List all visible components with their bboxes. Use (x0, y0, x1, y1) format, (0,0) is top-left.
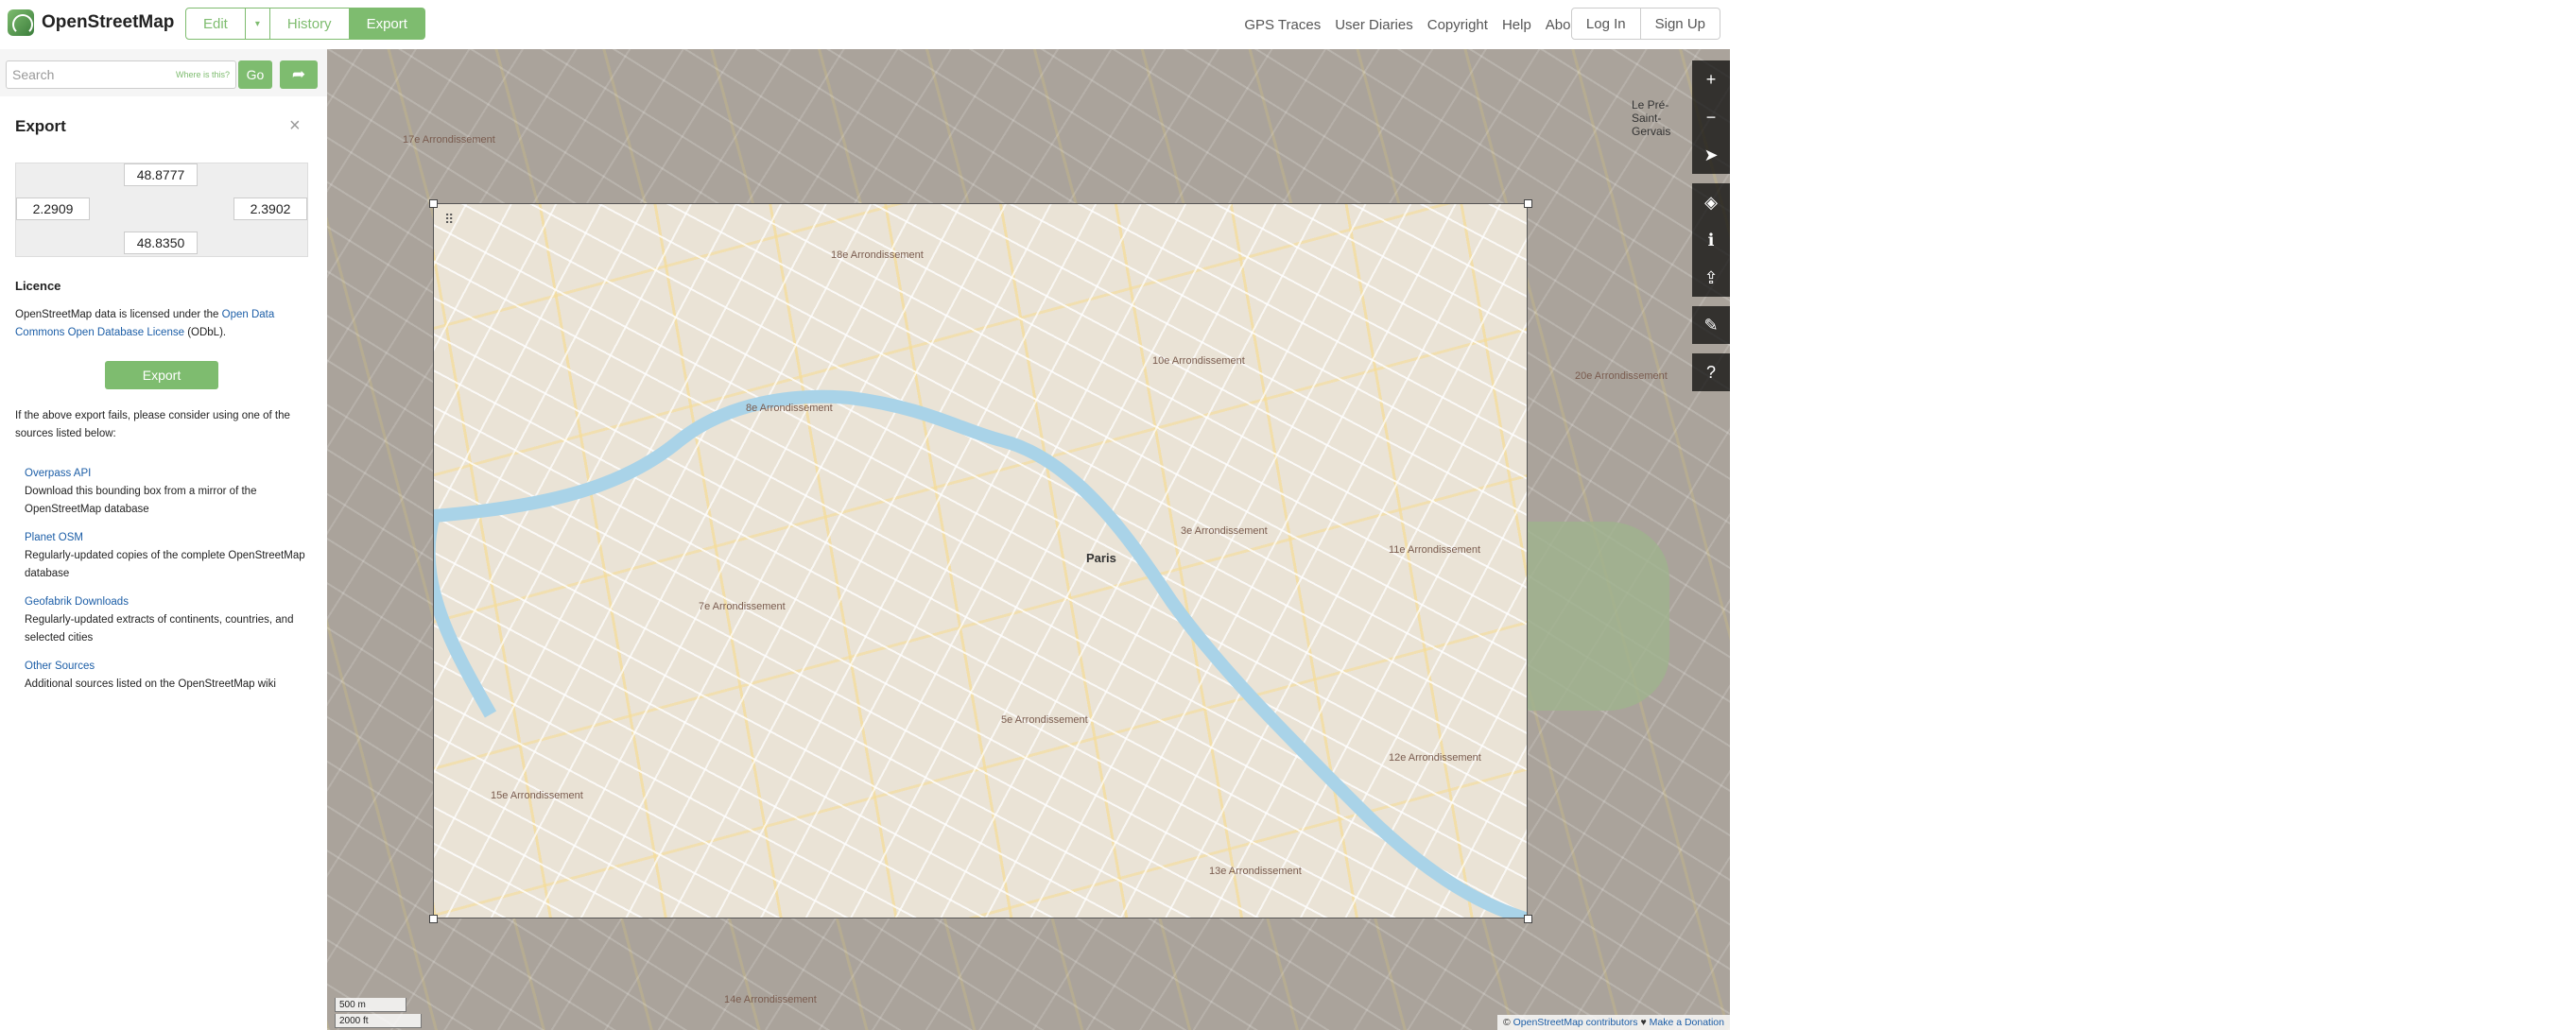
planet-osm-link[interactable]: Planet OSM (25, 529, 308, 547)
search-input[interactable]: Search Where is this? (6, 60, 236, 89)
edit-button-group: Edit ▾ History Export (185, 8, 425, 40)
district-label: 5e Arrondissement (1001, 714, 1088, 726)
list-item: Overpass API Download this bounding box … (25, 465, 308, 519)
share-icon[interactable]: ⇪ (1692, 259, 1730, 297)
scale-imperial: 2000 ft (335, 1014, 422, 1028)
fails-text: If the above export fails, please consid… (15, 410, 290, 439)
district-label: 14e Arrondissement (724, 994, 817, 1005)
list-item: Geofabrik Downloads Regularly-updated ex… (25, 593, 308, 647)
district-label: 20e Arrondissement (1575, 370, 1668, 382)
geofabrik-link[interactable]: Geofabrik Downloads (25, 593, 308, 611)
resize-handle-se[interactable] (1524, 915, 1532, 923)
district-label: 13e Arrondissement (1209, 866, 1302, 877)
east-coord-input[interactable]: 2.3902 (233, 197, 307, 220)
district-label: 7e Arrondissement (699, 601, 786, 612)
district-label: 11e Arrondissement (1389, 544, 1481, 556)
south-coord-input[interactable]: 48.8350 (124, 232, 198, 254)
zoom-in-icon[interactable]: + (1692, 60, 1730, 98)
zoom-out-icon[interactable]: − (1692, 98, 1730, 136)
info-icon[interactable]: ℹ (1692, 221, 1730, 259)
search-placeholder: Search (12, 67, 55, 82)
directions-icon: ➦ (291, 65, 306, 83)
source-description: Additional sources listed on the OpenStr… (25, 678, 276, 690)
district-label: 12e Arrondissement (1389, 752, 1481, 764)
west-coord-input[interactable]: 2.2909 (16, 197, 90, 220)
attribution: © OpenStreetMap contributors ♥ Make a Do… (1496, 1015, 1730, 1030)
auth-buttons: Log In Sign Up (1570, 8, 1720, 40)
scale-metric: 500 m (335, 998, 406, 1012)
header: OpenStreetMap Edit ▾ History Export GPS … (0, 0, 1730, 49)
history-button[interactable]: History (269, 8, 350, 40)
export-submit-button[interactable]: Export (105, 361, 218, 389)
other-sources-link[interactable]: Other Sources (25, 658, 308, 676)
scale-bar: 500 m 2000 ft (335, 998, 422, 1030)
north-coord-input[interactable]: 48.8777 (124, 163, 198, 186)
signup-button[interactable]: Sign Up (1640, 8, 1720, 40)
overpass-api-link[interactable]: Overpass API (25, 465, 308, 483)
map[interactable]: Paris 18e Arrondissement 8e Arrondisseme… (327, 49, 1730, 1030)
gps-traces-link[interactable]: GPS Traces (1244, 17, 1321, 33)
where-is-this-link[interactable]: Where is this? (176, 70, 230, 79)
brand-name: OpenStreetMap (42, 12, 175, 32)
locate-icon[interactable]: ➤ (1692, 136, 1730, 174)
district-label: 18e Arrondissement (831, 249, 924, 261)
licence-text: OpenStreetMap data is licensed under the… (15, 306, 299, 342)
osm-logo-icon (8, 9, 34, 36)
copyright-link[interactable]: Copyright (1427, 17, 1488, 33)
query-icon[interactable]: ? (1692, 353, 1730, 391)
search-bar: Search Where is this? Go ➦ (0, 49, 327, 96)
top-nav: GPS Traces User Diaries Copyright Help A… (1244, 0, 1582, 49)
close-icon[interactable]: × (289, 115, 301, 137)
export-selection-box[interactable]: Paris 18e Arrondissement 8e Arrondisseme… (433, 203, 1528, 918)
district-label: 3e Arrondissement (1181, 525, 1268, 537)
source-description: Regularly-updated copies of the complete… (25, 550, 305, 579)
attribution-heart: ♥ (1637, 1017, 1650, 1028)
licence-text-start: OpenStreetMap data is licensed under the (15, 309, 222, 320)
licence-heading: Licence (15, 279, 61, 293)
brand[interactable]: OpenStreetMap (8, 9, 174, 36)
user-diaries-link[interactable]: User Diaries (1335, 17, 1413, 33)
attribution-copy: © (1502, 1017, 1513, 1028)
district-label: 8e Arrondissement (746, 403, 833, 414)
licence-text-end: (ODbL). (184, 327, 227, 338)
note-icon[interactable]: ✎ (1692, 306, 1730, 344)
sources-list: Overpass API Download this bounding box … (25, 465, 308, 704)
edit-button[interactable]: Edit (185, 8, 246, 40)
source-description: Regularly-updated extracts of continents… (25, 614, 294, 644)
edit-dropdown-button[interactable]: ▾ (245, 8, 270, 40)
list-item: Other Sources Additional sources listed … (25, 658, 308, 694)
help-link[interactable]: Help (1502, 17, 1531, 33)
district-label: 10e Arrondissement (1152, 355, 1245, 367)
sidebar: Search Where is this? Go ➦ Export × 48.8… (0, 49, 327, 1030)
source-description: Download this bounding box from a mirror… (25, 486, 257, 515)
district-label: 15e Arrondissement (491, 790, 583, 801)
panel-title: Export (15, 117, 66, 135)
export-tab-button[interactable]: Export (349, 8, 425, 40)
resize-handle-sw[interactable] (429, 915, 438, 923)
map-controls: + − ➤ ◈ ℹ ⇪ ✎ ? (1692, 60, 1730, 391)
city-label: Paris (1086, 551, 1116, 565)
layers-icon[interactable]: ◈ (1692, 183, 1730, 221)
login-button[interactable]: Log In (1570, 8, 1641, 40)
go-button[interactable]: Go (238, 60, 272, 89)
contributors-link[interactable]: OpenStreetMap contributors (1513, 1017, 1638, 1028)
directions-button[interactable]: ➦ (280, 60, 318, 89)
bounding-box-inputs: 48.8777 2.2909 2.3902 48.8350 (15, 163, 308, 257)
list-item: Planet OSM Regularly-updated copies of t… (25, 529, 308, 583)
town-label: Le Pré-Saint-Gervais (1632, 98, 1671, 138)
river-seine (434, 389, 1527, 918)
resize-handle-ne[interactable] (1524, 199, 1532, 208)
drag-move-icon[interactable]: ⠿ (444, 212, 454, 228)
donate-link[interactable]: Make a Donation (1650, 1017, 1724, 1028)
district-label: 17e Arrondissement (403, 134, 495, 146)
resize-handle-nw[interactable] (429, 199, 438, 208)
